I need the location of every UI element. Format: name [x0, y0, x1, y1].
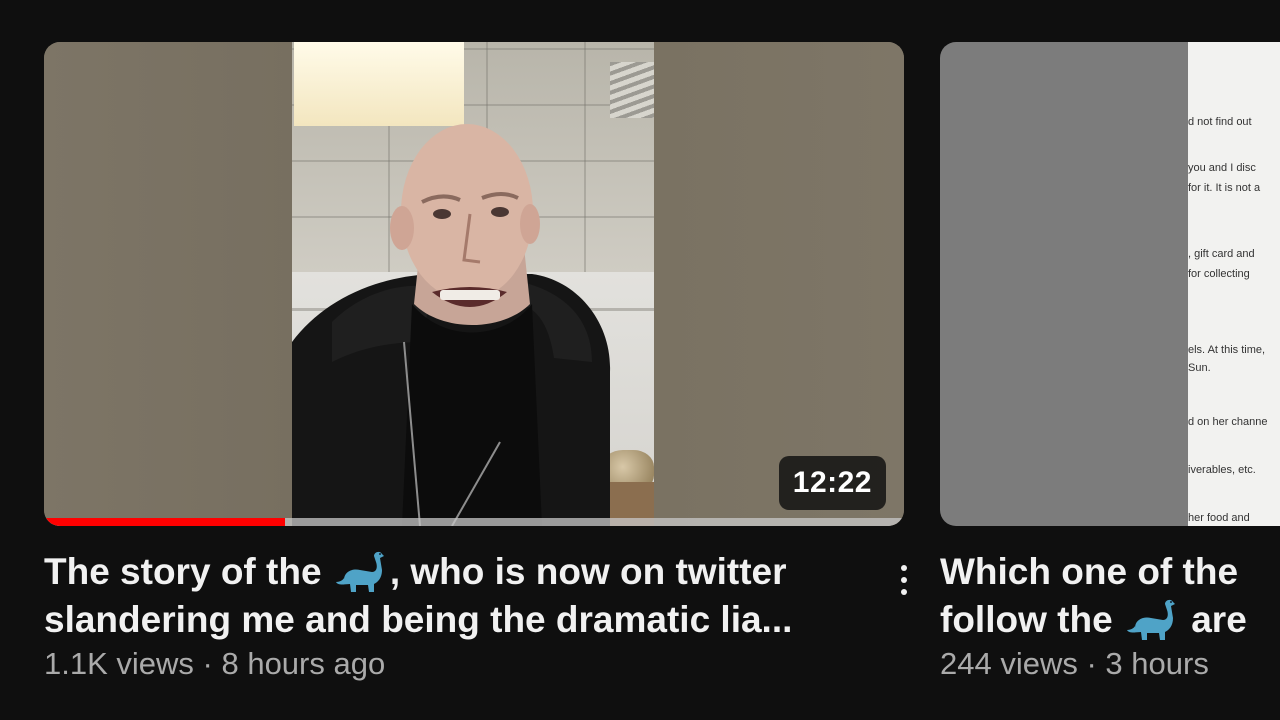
title-text: The story of the	[44, 551, 332, 592]
video-card[interactable]: d not find out you and I disc for it. It…	[940, 42, 1280, 683]
sauropod-emoji-icon	[335, 551, 384, 592]
view-count: 1.1K views	[44, 646, 194, 681]
video-meta: Which one of the follow the are 244 views…	[940, 548, 1280, 683]
kebab-dot	[901, 589, 907, 595]
more-actions-icon[interactable]	[890, 558, 918, 602]
document-text-line: d on her channe	[1188, 416, 1268, 428]
separator-dot: ·	[1077, 646, 1106, 681]
document-text-line: for collecting	[1188, 268, 1250, 280]
document-text-line: you and I disc	[1188, 162, 1256, 174]
document-text-line: her food and	[1188, 512, 1250, 524]
video-card[interactable]: 12:22 The story of the , who is now on t…	[44, 42, 907, 683]
document-text-line: Sun.	[1188, 362, 1211, 374]
separator-dot: ·	[193, 646, 222, 681]
video-frame	[292, 42, 654, 526]
title-text: are	[1180, 599, 1247, 640]
video-meta: The story of the , who is now on twitter…	[44, 548, 907, 683]
duration-badge: 12:22	[778, 456, 886, 510]
title-text: follow the	[940, 599, 1123, 640]
title-text: , who is now on twitter	[389, 551, 787, 592]
kebab-dot	[901, 577, 907, 583]
document-text-line: d not find out	[1188, 116, 1252, 128]
presenter-figure	[292, 124, 611, 526]
sauropod-emoji-icon	[1126, 599, 1175, 640]
video-shelf: 12:22 The story of the , who is now on t…	[0, 0, 1280, 720]
title-text: slandering me and being the dramatic lia…	[44, 599, 793, 640]
video-thumbnail[interactable]: d not find out you and I disc for it. It…	[940, 42, 1280, 526]
blurred-side-panel	[654, 42, 904, 526]
video-title[interactable]: The story of the , who is now on twitter…	[44, 548, 864, 644]
document-screenshot: d not find out you and I disc for it. It…	[1188, 42, 1280, 526]
view-count: 244 views	[940, 646, 1078, 681]
kebab-dot	[901, 565, 907, 571]
title-text: Which one of the	[940, 551, 1239, 592]
document-text-line: for it. It is not a	[1188, 182, 1261, 194]
document-text-line: iverables, etc.	[1188, 464, 1256, 476]
video-stats: 1.1K views · 8 hours ago	[44, 645, 904, 683]
watch-progress-fill	[44, 518, 285, 526]
video-thumbnail[interactable]: 12:22	[44, 42, 904, 526]
blurred-side-panel	[44, 42, 292, 526]
upload-age: 3 hours	[1105, 646, 1209, 681]
document-text-line: els. At this time,	[1188, 344, 1266, 356]
document-text-line: , gift card and	[1188, 248, 1255, 260]
video-stats: 244 views · 3 hours	[940, 645, 1280, 683]
video-title[interactable]: Which one of the follow the are	[940, 548, 1280, 644]
upload-age: 8 hours ago	[221, 646, 386, 681]
watch-progress-track	[44, 518, 904, 526]
